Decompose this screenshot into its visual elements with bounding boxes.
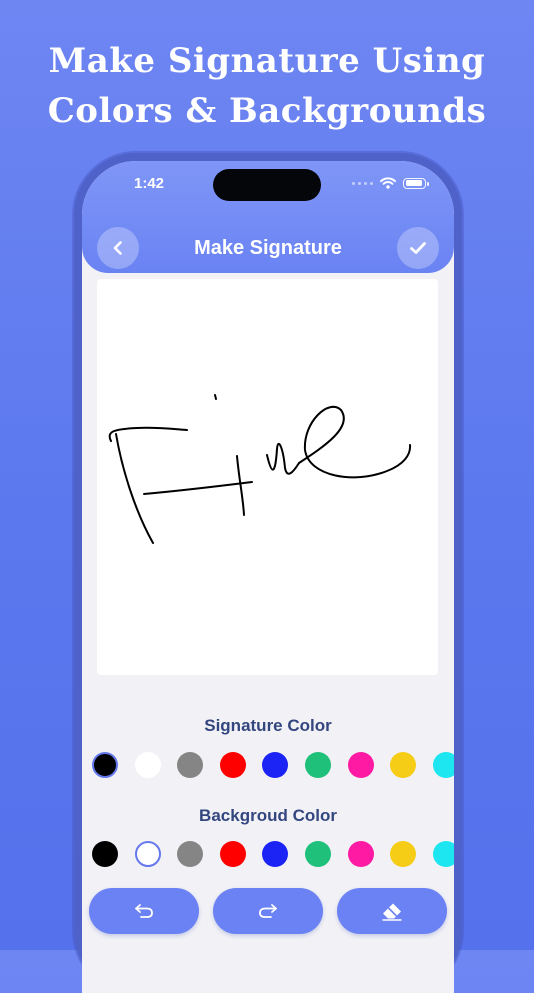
background-color-swatches	[92, 841, 454, 869]
signature-stroke	[143, 481, 253, 495]
color-swatch[interactable]	[390, 752, 417, 778]
color-swatch[interactable]	[219, 752, 246, 778]
promo-headline: Make Signature Using Colors & Background…	[0, 36, 534, 136]
signature-canvas[interactable]	[97, 279, 438, 675]
color-swatch[interactable]	[390, 841, 417, 867]
color-swatch[interactable]	[92, 752, 118, 778]
signature-stroke	[266, 442, 300, 475]
color-swatch[interactable]	[432, 841, 454, 867]
signature-drawing	[108, 394, 412, 544]
dynamic-island	[213, 169, 321, 201]
app-bar: 1:42 Make Signature	[82, 161, 454, 273]
redo-icon	[259, 904, 277, 918]
color-swatch[interactable]	[347, 841, 374, 867]
battery-icon	[403, 177, 429, 189]
headline-line-2: Colors & Backgrounds	[47, 91, 487, 131]
color-swatch[interactable]	[219, 841, 246, 867]
headline-line-1: Make Signature Using	[48, 41, 486, 81]
color-swatch[interactable]	[347, 752, 374, 778]
wifi-icon	[380, 177, 396, 189]
color-swatch[interactable]	[432, 752, 454, 778]
color-swatch[interactable]	[177, 752, 204, 778]
status-time: 1:42	[134, 175, 165, 192]
undo-icon	[135, 904, 153, 918]
color-swatch[interactable]	[305, 752, 331, 778]
signature-stroke	[214, 394, 217, 400]
redo-button[interactable]	[213, 888, 323, 934]
color-swatch[interactable]	[262, 752, 289, 778]
signature-stroke	[115, 433, 154, 544]
color-swatch[interactable]	[134, 841, 161, 867]
signature-stroke	[298, 405, 412, 479]
color-swatch[interactable]	[177, 841, 204, 867]
color-swatch[interactable]	[305, 841, 331, 867]
phone-frame: 1:42 Make Signature Signature Color Back…	[74, 153, 462, 993]
eraser-icon	[382, 903, 402, 921]
done-button[interactable]	[397, 227, 439, 269]
color-swatch[interactable]	[92, 841, 118, 867]
checkmark-icon	[410, 242, 426, 254]
color-swatch[interactable]	[262, 841, 289, 867]
undo-button[interactable]	[89, 888, 199, 934]
signature-stroke	[108, 426, 188, 442]
signature-color-swatches	[92, 752, 454, 780]
cellular-signal-icon	[352, 181, 373, 185]
signature-stroke	[236, 455, 245, 516]
erase-button[interactable]	[337, 888, 447, 934]
color-swatch[interactable]	[134, 752, 161, 778]
phone-screen: 1:42 Make Signature Signature Color Back…	[82, 161, 454, 993]
background-color-label: Backgroud Color	[199, 806, 337, 825]
status-indicators	[352, 177, 429, 189]
signature-color-label: Signature Color	[204, 716, 332, 735]
